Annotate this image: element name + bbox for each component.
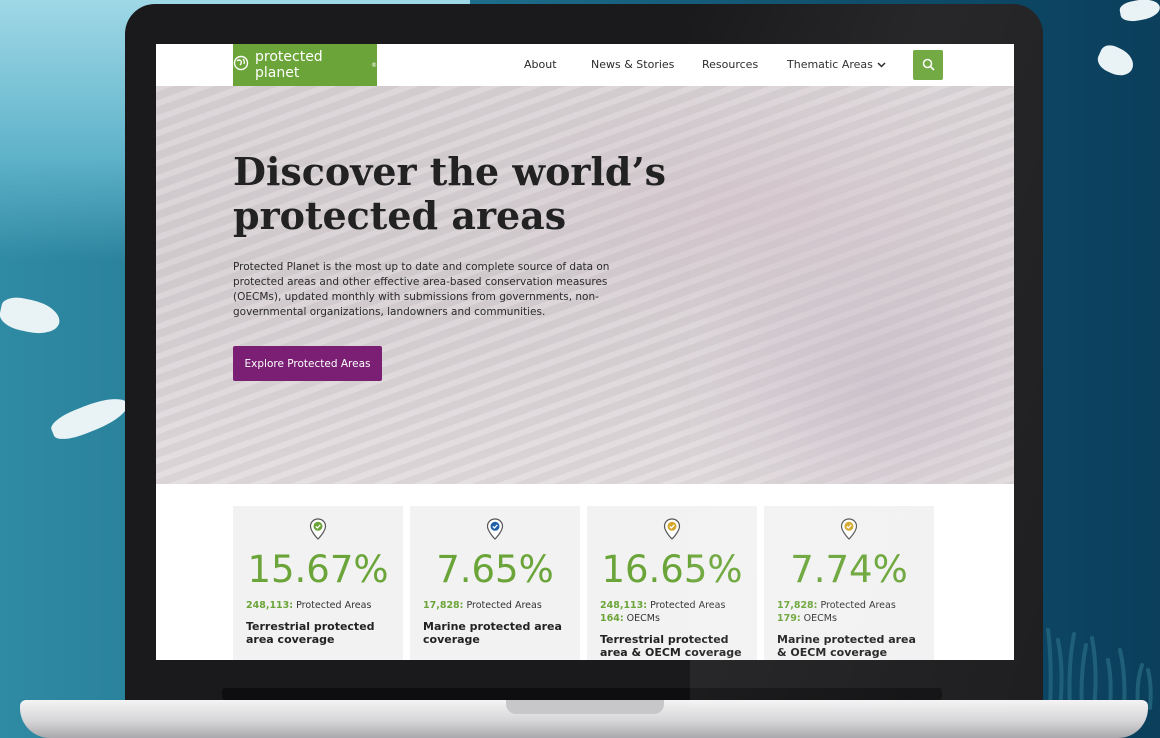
stat-card[interactable]: 7.65% 17,828: Protected Areas Marine pro… bbox=[410, 506, 580, 660]
nav-news-stories[interactable]: News & Stories bbox=[591, 58, 674, 71]
laptop-bezel bbox=[222, 688, 942, 700]
stat-card[interactable]: 7.74% 17,828: Protected Areas 179: OECMs… bbox=[764, 506, 934, 660]
stat-percentage: 7.65% bbox=[436, 548, 554, 591]
search-icon bbox=[922, 56, 935, 75]
background-seagrass bbox=[1046, 628, 1153, 710]
stat-percentage: 15.67% bbox=[247, 548, 389, 591]
globe-icon bbox=[233, 55, 249, 75]
hero-title: Discover the world’s protected areas bbox=[233, 149, 667, 238]
stat-label: Terrestrial protected area coverage bbox=[246, 620, 375, 646]
stat-count: 17,828: Protected Areas bbox=[777, 600, 896, 611]
stat-percentage: 16.65% bbox=[601, 548, 743, 591]
chevron-down-icon bbox=[877, 60, 886, 71]
nav-about[interactable]: About bbox=[524, 58, 557, 71]
site-logo-text: protected planet bbox=[255, 49, 323, 81]
stat-count: 17,828: Protected Areas bbox=[423, 600, 542, 611]
hero-banner: Discover the world’s protected areas Pro… bbox=[156, 86, 1014, 484]
map-pin-check-icon bbox=[486, 518, 504, 540]
site-logo-mark: ® bbox=[371, 61, 377, 69]
laptop-notch bbox=[506, 700, 664, 714]
nav-thematic-areas-label: Thematic Areas bbox=[787, 58, 873, 71]
background-landmass bbox=[1118, 0, 1160, 24]
site-logo[interactable]: protected planet ® bbox=[233, 44, 377, 86]
top-navigation: protected planet ® About News & Stories … bbox=[156, 44, 1014, 86]
stat-label: Terrestrial protected area & OECM covera… bbox=[600, 633, 742, 659]
background-landmass bbox=[0, 294, 63, 338]
stat-card[interactable]: 16.65% 248,113: Protected Areas 164: OEC… bbox=[587, 506, 757, 660]
hero-description: Protected Planet is the most up to date … bbox=[233, 261, 610, 318]
nav-thematic-areas[interactable]: Thematic Areas bbox=[787, 58, 886, 71]
stat-label: Marine protected area coverage bbox=[423, 620, 562, 646]
stat-count: 248,113: Protected Areas bbox=[600, 600, 726, 611]
background-landmass bbox=[1094, 41, 1138, 81]
map-pin-check-icon bbox=[840, 518, 858, 540]
website-screen: protected planet ® About News & Stories … bbox=[156, 44, 1014, 660]
nav-resources[interactable]: Resources bbox=[702, 58, 758, 71]
stat-oecm-count: 179: OECMs bbox=[777, 613, 837, 624]
stat-percentage: 7.74% bbox=[790, 548, 908, 591]
stat-card[interactable]: 15.67% 248,113: Protected Areas Terrestr… bbox=[233, 506, 403, 660]
background-landmass bbox=[48, 390, 132, 446]
explore-protected-areas-button[interactable]: Explore Protected Areas bbox=[233, 346, 382, 381]
stat-count: 248,113: Protected Areas bbox=[246, 600, 372, 611]
stat-label: Marine protected area & OECM coverage bbox=[777, 633, 916, 659]
coverage-stats: 15.67% 248,113: Protected Areas Terrestr… bbox=[156, 484, 1014, 660]
map-pin-check-icon bbox=[663, 518, 681, 540]
map-pin-check-icon bbox=[309, 518, 327, 540]
search-button[interactable] bbox=[913, 50, 943, 80]
stat-oecm-count: 164: OECMs bbox=[600, 613, 660, 624]
